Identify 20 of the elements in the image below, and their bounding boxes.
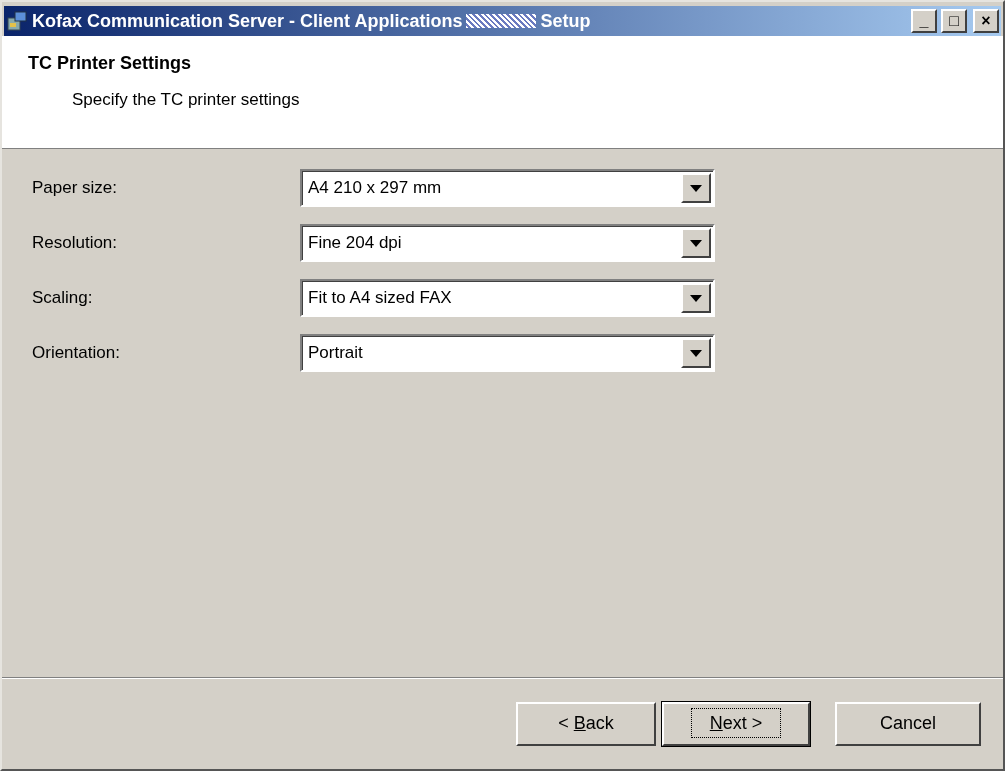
minimize-button[interactable]: _ xyxy=(911,9,937,33)
page-title: TC Printer Settings xyxy=(28,52,193,75)
field-label: Scaling: xyxy=(32,287,94,310)
window-title: Kofax Communication Server - Client Applications xyxy=(32,9,463,33)
window-title: Setup xyxy=(540,9,591,33)
app-icon xyxy=(6,10,28,32)
field-label: Paper size: xyxy=(32,177,119,200)
field-label: Orientation: xyxy=(32,342,121,365)
back-button[interactable]: < Back xyxy=(516,701,656,746)
next-button[interactable]: Next > xyxy=(662,701,810,746)
maximize-button[interactable]: □ xyxy=(941,9,967,33)
dropdown[interactable]: Fit to A4 sized FAX xyxy=(300,279,715,317)
redaction-mark xyxy=(466,14,537,28)
close-button[interactable]: × xyxy=(973,9,999,33)
dropdown[interactable]: Portrait xyxy=(300,334,715,372)
dropdown[interactable]: Fine 204 dpi xyxy=(300,224,715,262)
field-label: Resolution: xyxy=(32,232,119,255)
dropdown[interactable]: A4 210 x 297 mm xyxy=(300,169,715,207)
cancel-button[interactable]: Cancel xyxy=(835,701,981,746)
page-subtitle: Specify the TC printer settings xyxy=(72,89,301,111)
